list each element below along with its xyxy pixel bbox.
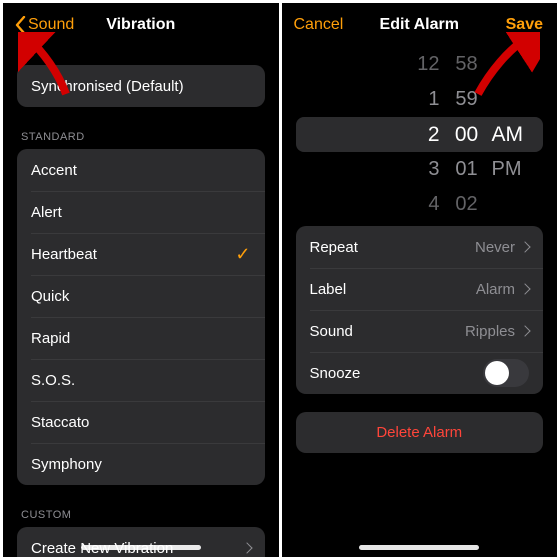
hour-column[interactable]: 11121234 [390,47,440,222]
vibration-row[interactable]: Heartbeat✓ [17,233,265,275]
repeat-row[interactable]: Repeat Never [296,226,544,268]
default-vibration-row[interactable]: Synchronised (Default) [17,65,265,107]
vibration-row[interactable]: Symphony [17,443,265,485]
standard-header: STANDARD [21,131,265,143]
delete-alarm-group: Delete Alarm [296,412,544,453]
vibration-row[interactable]: Accent [17,149,265,191]
navbar-vibration: Sound Vibration [3,3,279,47]
page-title: Vibration [106,16,175,34]
vibration-row[interactable]: Quick [17,275,265,317]
sound-row[interactable]: Sound Ripples [296,310,544,352]
cancel-button[interactable]: Cancel [294,16,344,34]
chevron-right-icon [237,544,251,552]
back-label: Sound [28,16,74,34]
vibration-row[interactable]: Staccato [17,401,265,443]
minute-column[interactable]: 575859000102 [442,47,492,222]
save-button[interactable]: Save [506,16,543,34]
ampm-column[interactable]: AMPM [492,117,542,187]
custom-vibration-group: Create New Vibration [17,527,265,557]
phone-vibration-screen: Sound Vibration Synchronised (Default) S… [3,3,279,557]
snooze-toggle[interactable] [483,359,529,387]
page-title: Edit Alarm [380,16,459,34]
snooze-row: Snooze [296,352,544,394]
time-picker[interactable]: 11121234 575859000102 AMPM [282,47,558,222]
standard-vibration-list: AccentAlertHeartbeat✓QuickRapidS.O.S.Sta… [17,149,265,485]
delete-alarm-button[interactable]: Delete Alarm [296,412,544,453]
vibration-row[interactable]: Alert [17,191,265,233]
create-vibration-row[interactable]: Create New Vibration [17,527,265,557]
phone-edit-alarm-screen: Cancel Edit Alarm Save 11121234 57585900… [282,3,558,557]
navbar-edit-alarm: Cancel Edit Alarm Save [282,3,558,47]
custom-header: CUSTOM [21,509,265,521]
home-indicator[interactable] [359,545,479,550]
vibration-row[interactable]: Rapid [17,317,265,359]
label-row[interactable]: Label Alarm [296,268,544,310]
home-indicator[interactable] [81,545,201,550]
chevron-left-icon [15,16,26,34]
back-button[interactable]: Sound [15,16,74,34]
vibration-row[interactable]: S.O.S. [17,359,265,401]
checkmark-icon: ✓ [235,244,250,265]
alarm-options-group: Repeat Never Label Alarm Sound Ripples S… [296,226,544,394]
default-vibration-group: Synchronised (Default) [17,65,265,107]
